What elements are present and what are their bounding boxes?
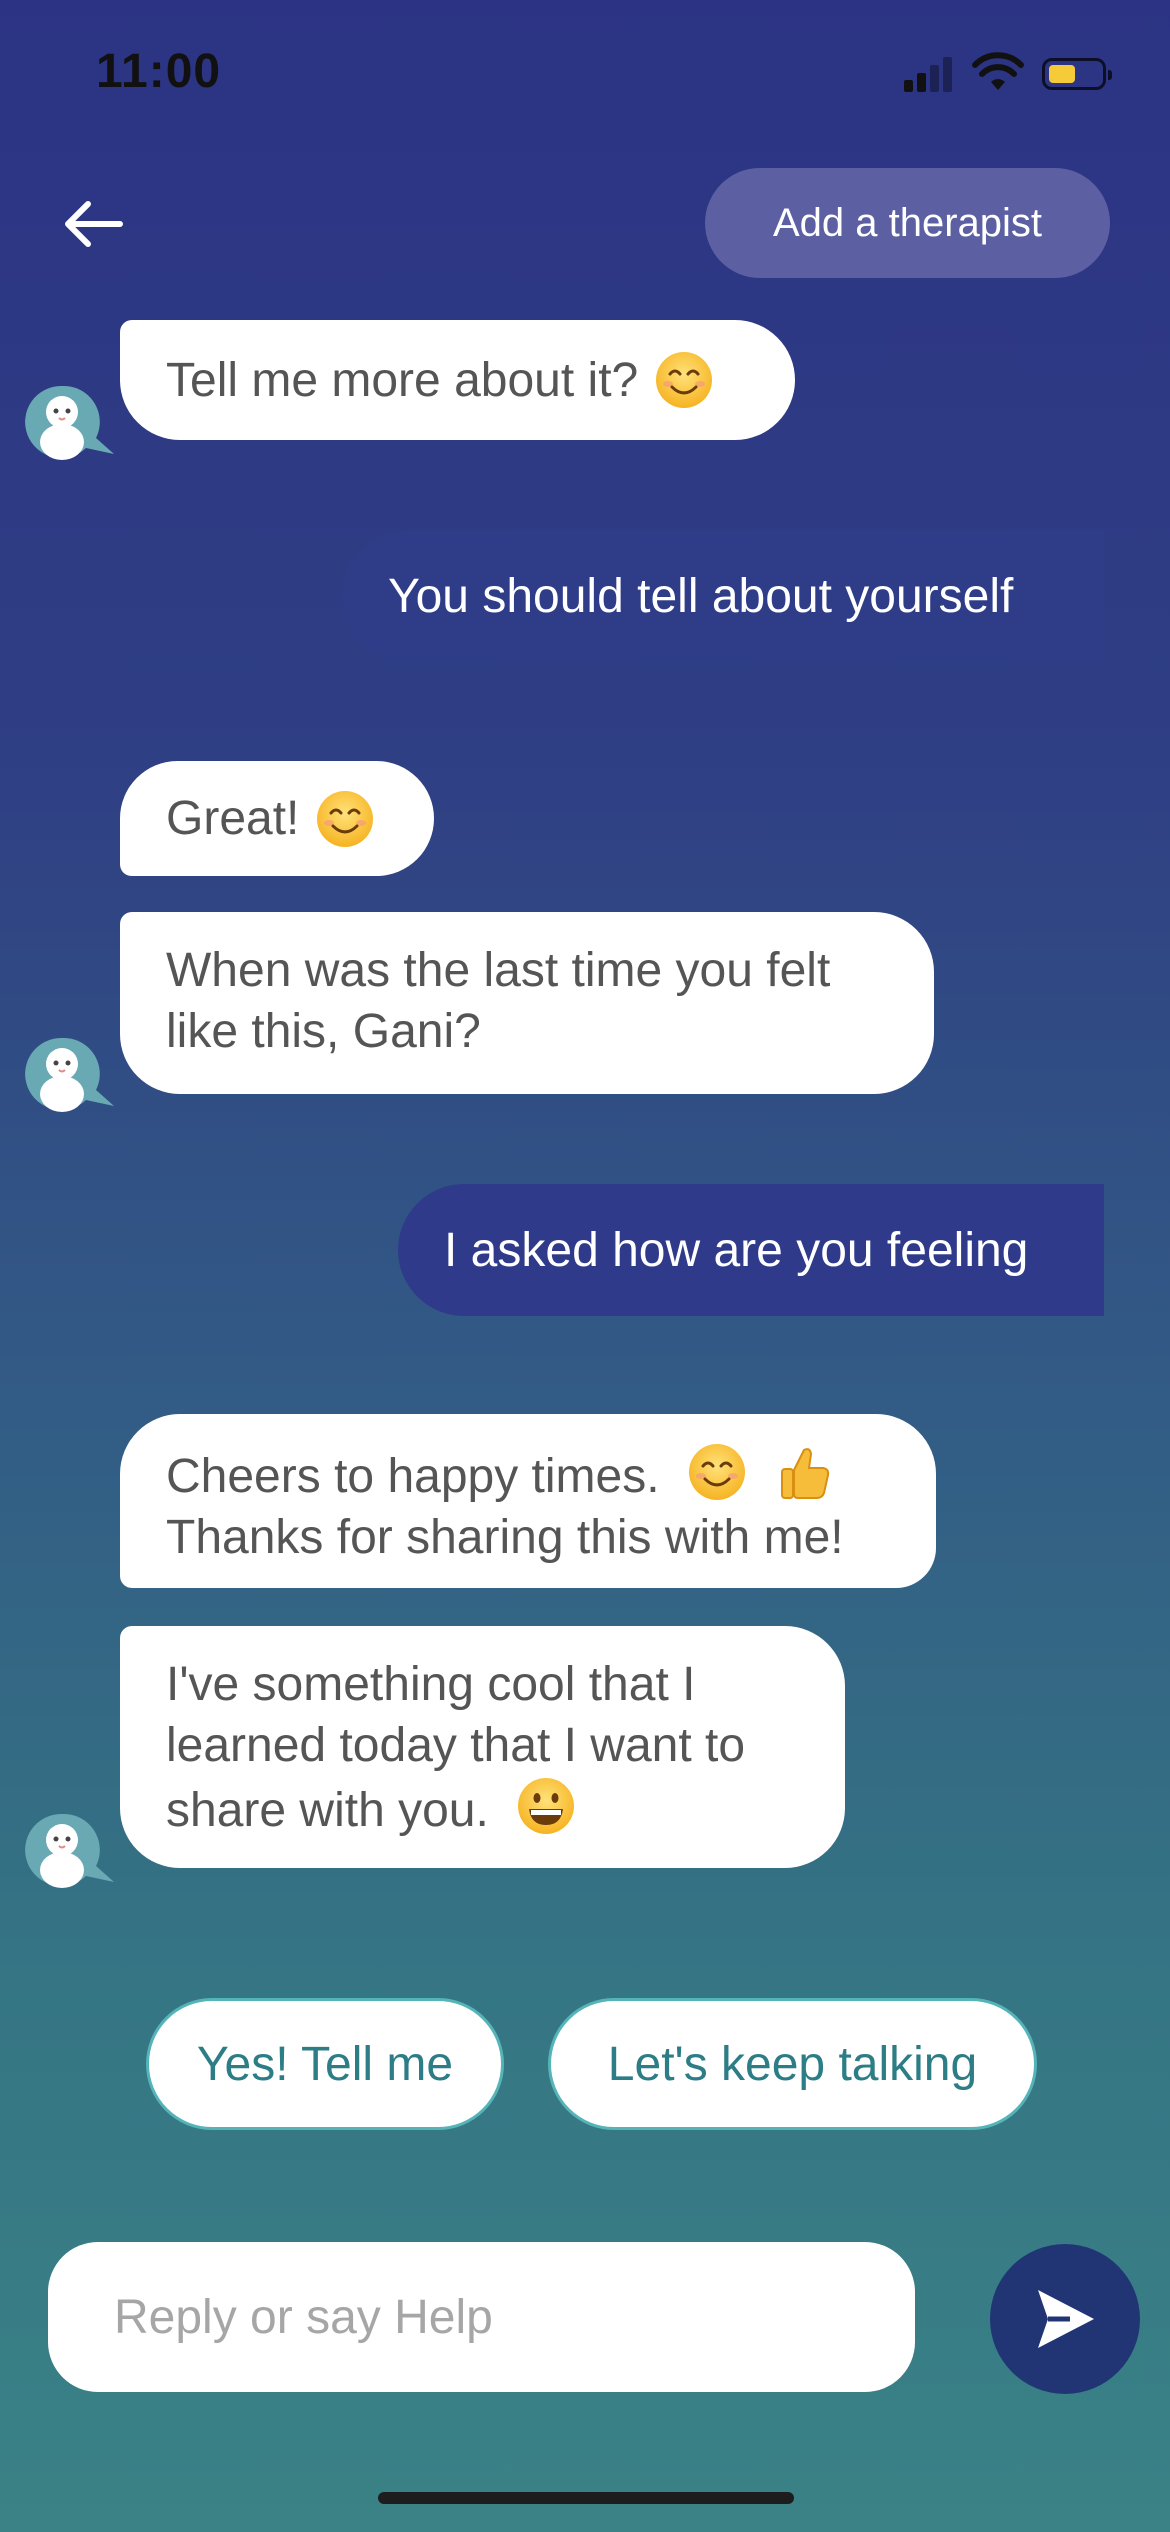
back-arrow-icon[interactable] xyxy=(56,190,128,262)
message-text: You should tell about yourself xyxy=(388,569,1014,623)
message-text: Great! xyxy=(166,792,300,845)
bot-message: Cheers to happy times. Thanks for sharin… xyxy=(120,1414,936,1588)
bot-avatar-icon xyxy=(22,382,118,462)
user-message: I asked how are you feeling xyxy=(398,1184,1104,1316)
send-button[interactable] xyxy=(990,2244,1140,2394)
bot-message: When was the last time you felt like thi… xyxy=(120,912,934,1094)
status-time: 11:00 xyxy=(96,45,222,98)
grinning-face-emoji-icon xyxy=(516,1776,576,1836)
user-message: You should tell about yourself xyxy=(342,530,1104,662)
message-line: Cheers to happy times. xyxy=(166,1450,660,1503)
home-indicator xyxy=(378,2492,794,2504)
send-icon xyxy=(1038,2290,1094,2348)
thumbs-up-emoji-icon xyxy=(774,1442,834,1502)
message-text: Tell me more about it? xyxy=(166,353,639,407)
message-line: share with you. xyxy=(166,1784,489,1837)
message-line: When was the last time you felt xyxy=(166,944,831,997)
smiling-face-emoji-icon xyxy=(687,1442,747,1502)
quick-reply-keep-talking[interactable]: Let's keep talking xyxy=(548,1998,1037,2130)
bot-message: Great! xyxy=(120,761,434,876)
battery-icon xyxy=(1042,58,1112,90)
message-line: learned today that I want to xyxy=(166,1719,746,1772)
quick-reply-yes-tell-me[interactable]: Yes! Tell me xyxy=(146,1998,504,2130)
smiling-face-emoji-icon xyxy=(315,789,375,849)
add-therapist-button[interactable]: Add a therapist xyxy=(705,168,1110,278)
bot-avatar-icon xyxy=(22,1810,118,1890)
message-line: I've something cool that I xyxy=(166,1658,696,1711)
message-text: I asked how are you feeling xyxy=(444,1223,1029,1277)
bot-message: Tell me more about it? xyxy=(120,320,795,440)
wifi-icon xyxy=(972,52,1024,90)
reply-input[interactable] xyxy=(48,2242,915,2392)
message-line: like this, Gani? xyxy=(166,1005,481,1058)
smiling-face-emoji-icon xyxy=(654,350,714,410)
message-line: Thanks for sharing this with me! xyxy=(166,1511,844,1564)
cellular-signal-icon xyxy=(904,56,956,92)
bot-avatar-icon xyxy=(22,1034,118,1114)
bot-message: I've something cool that I learned today… xyxy=(120,1626,845,1868)
